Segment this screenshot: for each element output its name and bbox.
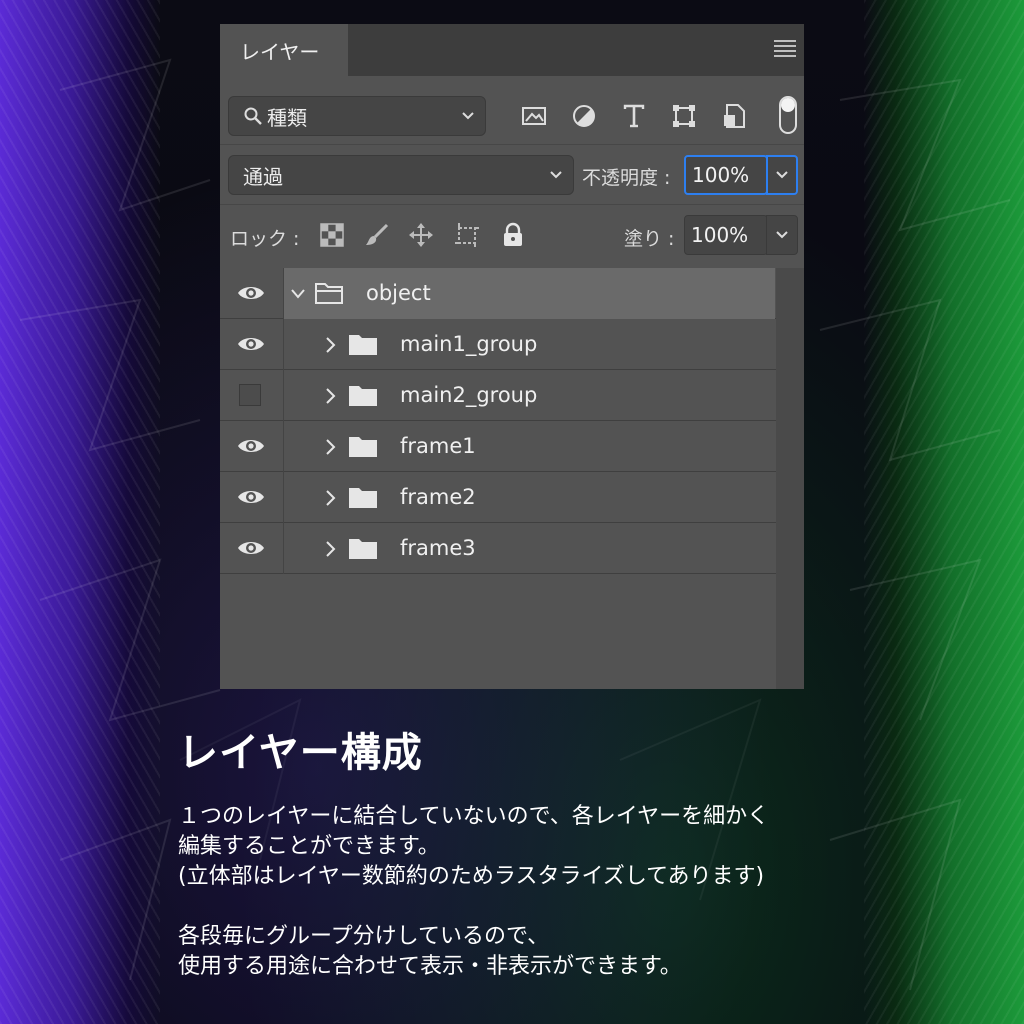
lock-row: ロック : 塗り : 100% [220,214,804,256]
panel-tab-bar: レイヤー [220,24,804,76]
divider [220,144,804,145]
tab-layers[interactable]: レイヤー [220,24,348,76]
lock-transparency-icon[interactable] [319,222,345,248]
filter-row: 種類 [220,92,804,136]
folder-icon [349,335,377,355]
chevron-right-icon[interactable] [324,438,336,456]
divider [220,204,804,205]
caption-line: １つのレイヤーに結合していないので、各レイヤーを細かく [178,804,770,829]
chevron-right-icon[interactable] [324,489,336,507]
panel-menu-icon[interactable] [774,40,796,57]
caption-line: 使用する用途に合わせて表示・非表示ができます。 [178,954,682,979]
layer-row[interactable]: frame3 [220,523,776,574]
adjustment-filter-icon[interactable] [570,102,598,130]
layers-scrollbar[interactable] [776,268,804,689]
lock-pixels-brush-icon[interactable] [364,222,390,248]
opacity-input[interactable]: 100% [684,155,768,195]
smart-object-filter-icon[interactable] [720,102,748,130]
layers-panel: レイヤー 種類 通過 不透明度: 100% ロック: 塗り: 100% o… [220,24,804,689]
layer-row[interactable]: main2_group [220,370,776,421]
chevron-down-icon [776,231,788,239]
type-filter-icon[interactable] [620,102,648,130]
eye-icon[interactable] [237,436,265,456]
filter-kind-label: 種類 [267,105,307,130]
lock-artboard-icon[interactable] [454,222,480,248]
shape-filter-icon[interactable] [670,102,698,130]
layer-row[interactable]: main1_group [220,319,776,370]
layer-name: main2_group [400,383,538,407]
folder-icon [349,539,377,559]
eye-icon[interactable] [237,283,265,303]
folder-icon [349,488,377,508]
layer-row[interactable]: object [220,268,776,319]
blend-row: 通過 不透明度 : 100% [220,154,804,196]
blend-mode-select[interactable]: 通過 [228,155,574,195]
layer-row[interactable]: frame2 [220,472,776,523]
layer-row[interactable]: frame1 [220,421,776,472]
image-filter-icon[interactable] [520,102,548,130]
layer-name: frame3 [400,536,476,560]
blend-mode-value: 通過 [243,164,283,189]
chevron-right-icon[interactable] [324,540,336,558]
layers-list: object main1_group main2_group frame1 fr… [220,268,804,689]
folder-icon [349,437,377,457]
lock-all-icon[interactable] [500,222,526,248]
caption-line: 各段毎にグループ分けしているので、 [178,924,550,949]
eye-icon[interactable] [237,334,265,354]
layer-name: frame2 [400,485,476,509]
opacity-dropdown-button[interactable] [766,155,798,195]
filter-toggle-switch[interactable] [777,94,799,136]
chevron-down-icon [462,112,474,120]
caption-title: レイヤー構成 [178,730,423,776]
chevron-down-icon [776,171,788,179]
chevron-down-icon[interactable] [290,288,306,300]
opacity-label: 不透明度 : [582,167,671,189]
visibility-toggle-off[interactable] [239,384,261,406]
filter-kind-select[interactable]: 種類 [228,96,486,136]
search-icon [244,107,262,125]
lock-position-move-icon[interactable] [408,222,434,248]
eye-icon[interactable] [237,538,265,558]
chevron-right-icon[interactable] [324,387,336,405]
caption-line: (立体部はレイヤー数節約のためラスタライズしてあります) [178,864,765,889]
folder-open-icon [315,283,343,304]
layer-name: object [366,281,431,305]
chevron-down-icon [550,171,562,179]
fill-dropdown-button[interactable] [766,215,798,255]
fill-label: 塗り : [624,228,675,250]
lock-label: ロック : [230,228,300,250]
eye-icon[interactable] [237,487,265,507]
layer-name: main1_group [400,332,538,356]
chevron-right-icon[interactable] [324,336,336,354]
layer-name: frame1 [400,434,476,458]
caption-line: 編集することができます。 [178,834,440,859]
fill-input[interactable]: 100% [684,215,768,255]
folder-icon [349,386,377,406]
